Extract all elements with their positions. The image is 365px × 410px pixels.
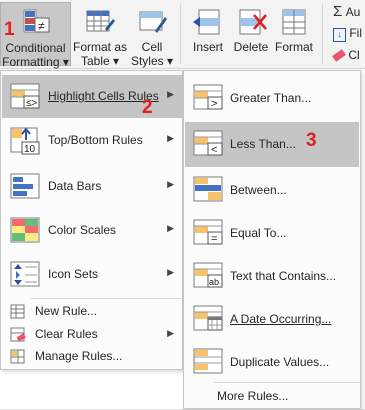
cell-styles-button[interactable]: Cell Styles ▾ <box>128 2 176 68</box>
greater-than-label: Greater Than... <box>230 91 312 105</box>
a-date-occurring-label: A Date Occurring... <box>230 312 331 326</box>
conditional-formatting-label-1: Conditional <box>5 41 66 55</box>
chevron-right-icon: ▶ <box>167 267 174 277</box>
svg-text:10: 10 <box>24 144 36 155</box>
svg-text:<: < <box>211 144 217 156</box>
menu-item-data-bars[interactable]: Data Bars ▶ <box>2 165 182 208</box>
conditional-formatting-menu: ≤> Highlight Cells Rules ▶ 10 Top/Bottom… <box>0 70 183 370</box>
cell-styles-label-1: Cell <box>141 40 163 54</box>
insert-cells-icon <box>193 9 220 35</box>
delete-label: Delete <box>233 40 269 54</box>
svg-text:=: = <box>211 233 217 245</box>
manage-rules-label: Manage Rules... <box>35 349 123 363</box>
clear-rules-icon <box>10 327 26 342</box>
chevron-right-icon: ▶ <box>167 133 174 143</box>
submenu-item-between[interactable]: Between... <box>185 168 359 213</box>
color-scales-label: Color Scales <box>48 223 117 237</box>
text-that-contains-icon: ab <box>193 262 223 288</box>
submenu-item-equal-to[interactable]: = Equal To... <box>185 211 359 256</box>
delete-button[interactable]: Delete <box>230 2 272 66</box>
chevron-right-icon: ▶ <box>167 89 174 99</box>
submenu-item-more-rules[interactable]: More Rules... <box>185 383 359 407</box>
ribbon-divider <box>180 4 181 64</box>
svg-text:ab: ab <box>209 277 219 287</box>
more-rules-label: More Rules... <box>217 389 289 403</box>
fill-label: Fil <box>349 26 363 40</box>
step-marker-2: 2 <box>142 97 153 118</box>
duplicate-values-label: Duplicate Values... <box>230 355 330 369</box>
cell-styles-label-2: Styles ▾ <box>130 54 174 68</box>
autosum-icon: Σ <box>333 3 343 20</box>
a-date-occurring-icon <box>193 305 223 331</box>
eraser-icon <box>332 49 346 62</box>
insert-button[interactable]: Insert <box>186 2 230 66</box>
a-date-occurring-text: A Date Occurring... <box>230 312 332 326</box>
cell-styles-icon <box>139 11 167 33</box>
svg-text:>: > <box>211 98 217 110</box>
svg-text:≠: ≠ <box>38 19 45 33</box>
conditional-formatting-label-2: Formatting ▾ <box>2 55 69 69</box>
insert-label: Insert <box>192 40 223 54</box>
data-bars-label: Data Bars <box>48 179 102 193</box>
text-that-contains-label: Text that Contains... <box>230 269 337 283</box>
clear-rules-label: Clear Rules <box>35 327 98 341</box>
new-rule-label: New Rule... <box>35 304 98 318</box>
manage-rules-icon <box>10 349 25 364</box>
autosum-button[interactable]: Σ Au <box>333 3 360 20</box>
submenu-item-less-than[interactable]: < Less Than... <box>185 122 359 167</box>
format-as-table-button[interactable]: Format as Table ▾ <box>72 2 128 68</box>
menu-item-top-bottom-rules[interactable]: 10 Top/Bottom Rules ▶ <box>2 119 182 162</box>
submenu-item-a-date-occurring[interactable]: A Date Occurring... <box>185 297 359 342</box>
equal-to-label: Equal To... <box>230 226 287 240</box>
clear-label: Cl <box>348 48 360 62</box>
less-than-icon: < <box>193 130 223 156</box>
step-marker-1: 1 <box>4 19 15 40</box>
step-marker-3: 3 <box>306 130 317 151</box>
menu-separator <box>31 298 181 299</box>
data-bars-icon <box>10 173 40 199</box>
format-as-table-icon <box>86 10 115 32</box>
delete-cells-icon <box>239 9 267 35</box>
clear-button[interactable]: Cl <box>332 48 360 62</box>
autosum-label: Au <box>345 5 361 19</box>
format-label: Format <box>274 40 313 54</box>
format-cells-icon <box>282 9 306 35</box>
menu-item-icon-sets[interactable]: Icon Sets ▶ <box>2 253 182 296</box>
highlight-cells-rules-icon: ≤> <box>10 83 40 109</box>
top-bottom-rules-icon: 10 <box>10 127 40 155</box>
less-than-label: Less Than... <box>230 137 296 151</box>
submenu-item-duplicate-values[interactable]: Duplicate Values... <box>185 340 359 385</box>
chevron-right-icon: ▶ <box>167 328 174 338</box>
menu-item-new-rule[interactable]: New Rule... <box>2 300 182 323</box>
format-button[interactable]: Format <box>272 2 316 66</box>
menu-item-color-scales[interactable]: Color Scales ▶ <box>2 209 182 252</box>
ribbon-divider-2 <box>322 4 323 64</box>
menu-item-clear-rules[interactable]: Clear Rules ▶ <box>2 323 182 346</box>
menu-item-highlight-cells-rules[interactable]: ≤> Highlight Cells Rules ▶ <box>2 75 182 118</box>
equal-to-icon: = <box>193 219 223 245</box>
highlight-cells-rules-submenu: > Greater Than... < Less Than... Between… <box>183 70 361 409</box>
ribbon: ≠ Conditional Formatting ▾ 1 Format as T… <box>0 0 365 69</box>
color-scales-icon <box>10 217 40 243</box>
fill-button[interactable]: ↓ Fil <box>333 26 362 42</box>
format-as-table-label-1: Format as <box>72 40 127 54</box>
between-icon <box>193 176 223 202</box>
icon-sets-icon <box>10 261 40 287</box>
submenu-item-greater-than[interactable]: > Greater Than... <box>185 76 359 121</box>
icon-sets-label: Icon Sets <box>48 267 99 281</box>
between-label: Between... <box>230 183 287 197</box>
svg-text:≤>: ≤> <box>26 98 37 109</box>
top-bottom-rules-label: Top/Bottom Rules <box>48 133 143 147</box>
format-as-table-label-2: Table ▾ <box>80 54 120 68</box>
chevron-right-icon: ▶ <box>167 179 174 189</box>
submenu-item-text-that-contains[interactable]: ab Text that Contains... <box>185 254 359 299</box>
new-rule-icon <box>10 304 25 319</box>
fill-down-icon: ↓ <box>333 28 346 42</box>
menu-item-manage-rules[interactable]: Manage Rules... <box>2 345 182 368</box>
conditional-formatting-icon: ≠ <box>23 9 49 33</box>
chevron-right-icon: ▶ <box>167 223 174 233</box>
greater-than-icon: > <box>193 84 223 110</box>
duplicate-values-icon <box>193 348 223 374</box>
